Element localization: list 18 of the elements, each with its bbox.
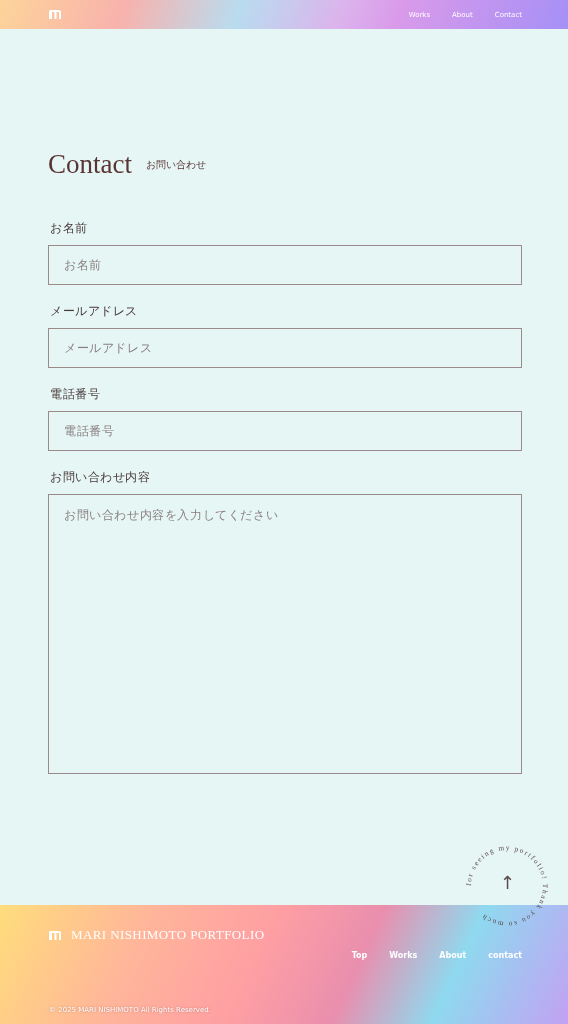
arrow-up-icon: ↑ xyxy=(500,874,516,892)
input-field[interactable]: 電話番号 xyxy=(48,411,522,451)
logo-icon xyxy=(49,930,61,940)
footer-link[interactable]: About xyxy=(439,951,467,960)
footer-link[interactable]: Works xyxy=(389,951,418,960)
input-field[interactable]: メールアドレス xyxy=(48,328,522,368)
logo-icon[interactable] xyxy=(49,10,61,19)
page-title: Contact xyxy=(48,151,132,178)
field-label: メールアドレス xyxy=(49,303,139,320)
footer-link[interactable]: contact xyxy=(488,951,522,960)
field-label: 電話番号 xyxy=(49,386,101,403)
message-field[interactable]: お問い合わせ内容を入力してください xyxy=(48,494,522,774)
field-label: お問い合わせ内容 xyxy=(49,469,151,486)
page-subtitle: お問い合わせ xyxy=(146,157,206,172)
footer-link[interactable]: Top xyxy=(351,951,368,960)
field-label: お名前 xyxy=(49,220,89,237)
footer-title: MARI NISHIMOTO PORTFOLIO xyxy=(71,927,265,943)
input-field[interactable]: お名前 xyxy=(48,245,522,285)
